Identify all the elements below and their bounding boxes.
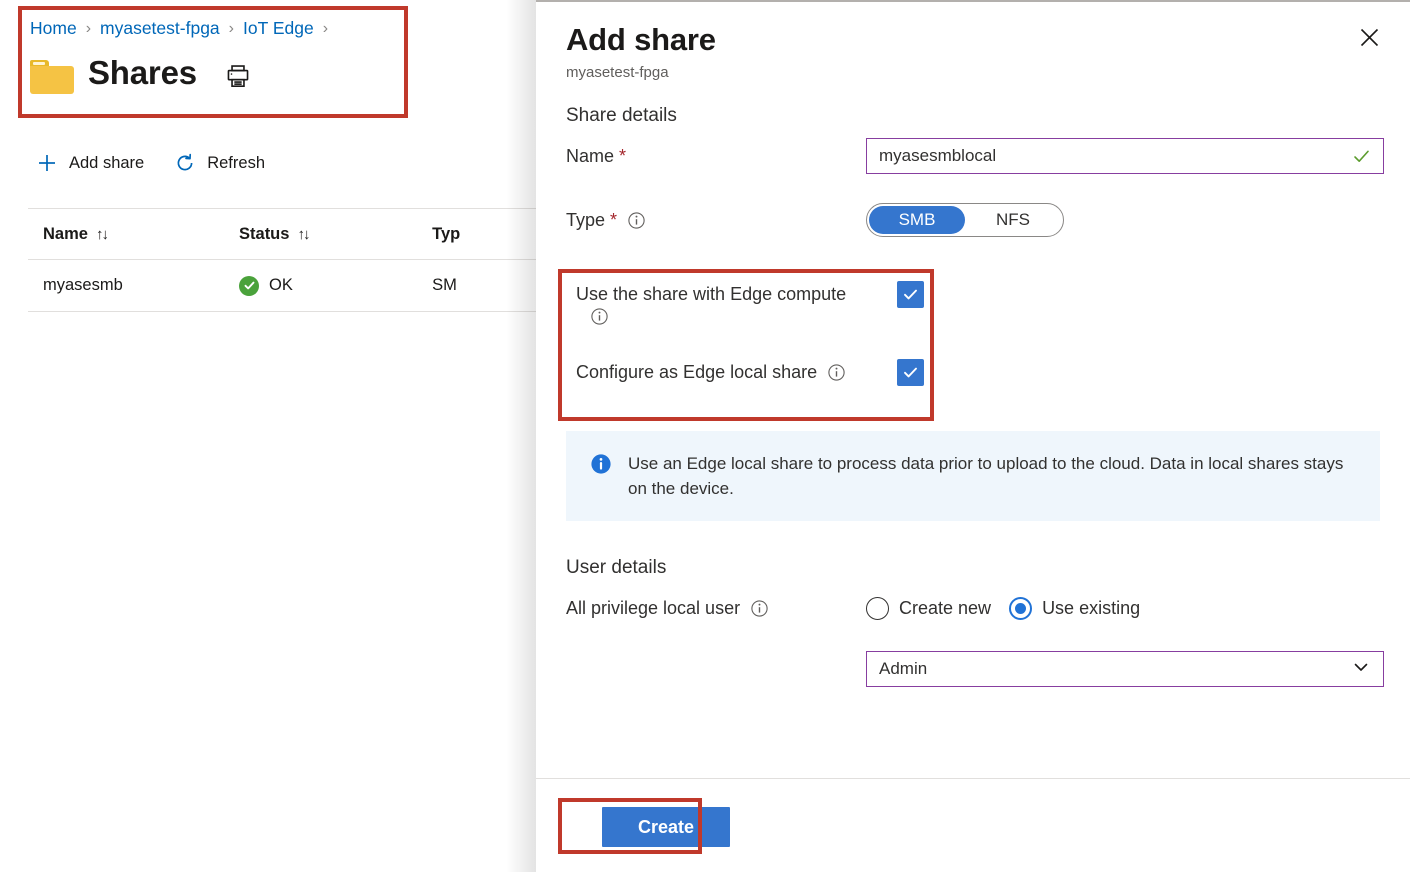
edge-compute-label: Use the share with Edge compute [576, 284, 847, 304]
info-banner-text: Use an Edge local share to process data … [628, 454, 1344, 498]
info-icon[interactable] [827, 363, 846, 382]
panel-footer: Create [536, 778, 1410, 872]
type-field-label: Type * [566, 210, 866, 231]
column-header-status[interactable]: Status ↑↓ [239, 225, 432, 244]
refresh-label: Refresh [207, 153, 265, 172]
check-circle-icon [239, 275, 260, 296]
type-option-smb[interactable]: SMB [869, 206, 965, 234]
shares-table: Name ↑↓ Status ↑↓ Typ myasesmb OK SM [28, 208, 536, 312]
panel-drop-shadow [506, 0, 536, 872]
check-icon [1352, 147, 1371, 166]
edge-local-share-label: Configure as Edge local share [576, 362, 818, 382]
edge-options-group: Use the share with Edge compute Configur… [566, 263, 942, 401]
plus-icon [36, 152, 58, 174]
edge-compute-checkbox-row: Use the share with Edge compute [576, 279, 924, 331]
breadcrumb: Home › myasetest-fpga › IoT Edge › [30, 18, 337, 39]
panel-top-border [536, 0, 1410, 2]
name-field-row: Name * myasesmblocal [566, 135, 1384, 177]
refresh-icon [174, 152, 196, 174]
share-name-value: myasesmblocal [879, 146, 997, 165]
privilege-user-label-text: All privilege local user [566, 597, 741, 618]
panel-body: Share details Name * myasesmblocal Type … [536, 81, 1410, 778]
add-share-label: Add share [69, 153, 145, 172]
radio-button-unselected-icon [866, 596, 889, 620]
name-field-col: myasesmblocal [866, 138, 1384, 174]
add-share-button[interactable]: Add share [34, 150, 146, 176]
name-field-label: Name * [566, 146, 866, 167]
breadcrumb-separator-icon: › [322, 19, 329, 37]
edge-compute-checkbox[interactable] [897, 281, 924, 308]
toolbar: Add share Refresh [34, 150, 267, 176]
panel-title: Add share [566, 22, 716, 57]
existing-user-value: Admin [879, 659, 928, 678]
breadcrumb-separator-icon: › [228, 19, 234, 37]
cell-status-label: OK [269, 276, 293, 294]
type-field-row: Type * SMB NFS [566, 199, 1380, 241]
close-icon[interactable] [1352, 20, 1386, 54]
breadcrumb-item-iot-edge[interactable]: IoT Edge [243, 18, 314, 39]
table-header-row: Name ↑↓ Status ↑↓ Typ [28, 209, 536, 259]
cell-status: OK [239, 275, 432, 296]
create-button[interactable]: Create [602, 807, 730, 847]
privilege-user-label: All privilege local user [566, 598, 866, 619]
breadcrumb-separator-icon: › [85, 19, 92, 37]
cell-share-name: myasesmb [43, 276, 123, 294]
privilege-user-row: All privilege local user Create new Use … [566, 587, 1380, 629]
column-header-status-label: Status [239, 224, 290, 243]
edge-local-share-checkbox[interactable] [897, 359, 924, 386]
sort-icon[interactable]: ↑↓ [297, 226, 310, 243]
column-header-type-label: Typ [432, 224, 461, 243]
add-share-panel: Add share myasetest-fpga Share details N… [536, 0, 1410, 872]
column-header-name[interactable]: Name ↑↓ [28, 225, 239, 244]
required-asterisk: * [619, 145, 627, 166]
info-icon[interactable] [590, 307, 609, 326]
name-label-text: Name [566, 145, 615, 166]
edge-local-share-checkbox-row: Configure as Edge local share [576, 357, 924, 387]
radio-use-existing-label: Use existing [1042, 597, 1141, 618]
share-details-heading: Share details [566, 105, 677, 126]
type-field-col: SMB NFS [866, 203, 1380, 237]
chevron-down-icon [1351, 657, 1371, 682]
user-details-heading: User details [566, 557, 667, 578]
breadcrumb-item-home[interactable]: Home [30, 18, 77, 39]
column-header-name-label: Name [43, 224, 88, 243]
folder-icon [30, 60, 74, 94]
type-option-nfs[interactable]: NFS [965, 206, 1061, 234]
info-icon[interactable] [627, 211, 646, 230]
panel-subtitle: myasetest-fpga [566, 64, 669, 81]
sort-icon[interactable]: ↑↓ [96, 226, 109, 243]
breadcrumb-item-myasetest-fpga[interactable]: myasetest-fpga [100, 18, 220, 39]
share-type-toggle[interactable]: SMB NFS [866, 203, 1064, 237]
type-label-text: Type [566, 209, 606, 230]
radio-use-existing[interactable]: Use existing [1009, 596, 1141, 620]
info-filled-icon [590, 453, 612, 480]
required-asterisk: * [610, 209, 618, 230]
info-icon[interactable] [750, 599, 769, 618]
existing-user-select[interactable]: Admin [866, 651, 1384, 687]
radio-create-new[interactable]: Create new [866, 596, 992, 620]
share-name-input[interactable]: myasesmblocal [866, 138, 1384, 174]
radio-create-new-label: Create new [899, 597, 992, 618]
panel-header: Add share myasetest-fpga [536, 0, 1410, 81]
radio-button-selected-icon [1009, 596, 1033, 620]
table-row[interactable]: myasesmb OK SM [28, 260, 536, 312]
info-banner: Use an Edge local share to process data … [566, 431, 1380, 521]
page-title: Shares [88, 54, 197, 91]
print-icon[interactable] [225, 63, 251, 94]
user-mode-radio-group: Create new Use existing [866, 596, 1380, 620]
refresh-button[interactable]: Refresh [172, 150, 267, 176]
user-details-section: User details All privilege local user Cr… [566, 557, 1384, 687]
screenshot-root: Home › myasetest-fpga › IoT Edge › Share… [0, 0, 1410, 872]
page-title-row: Shares [30, 52, 251, 94]
shares-page: Home › myasetest-fpga › IoT Edge › Share… [0, 0, 536, 872]
